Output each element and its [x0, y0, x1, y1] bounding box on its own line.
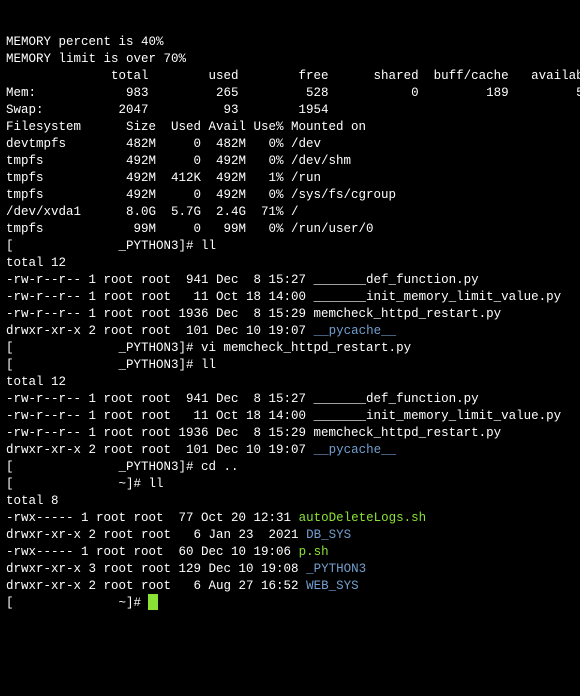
cursor	[149, 595, 157, 609]
terminal-output: MEMORY percent is 40% MEMORY limit is ov…	[6, 34, 574, 612]
